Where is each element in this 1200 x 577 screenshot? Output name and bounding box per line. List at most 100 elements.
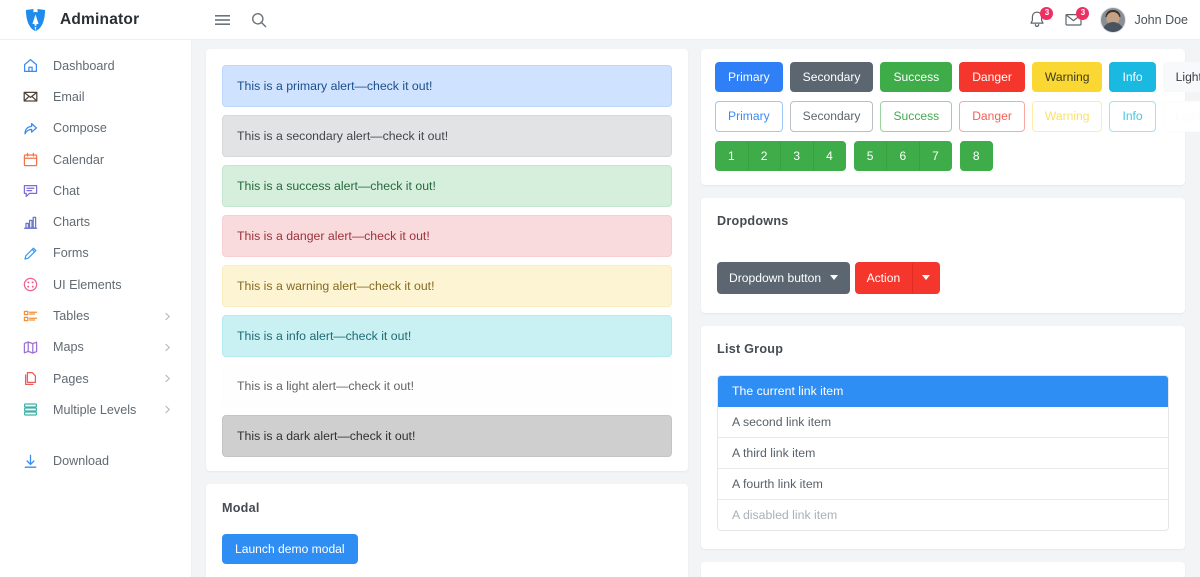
modal-card: Modal Launch demo modal [206, 484, 688, 577]
alerts-card: This is a primary alert—check it out! Thi… [206, 49, 688, 471]
outline-button-primary[interactable]: Primary [715, 101, 783, 132]
search-icon[interactable] [249, 10, 268, 29]
top-header: Adminator 3 3 John Doe [0, 0, 1200, 40]
solid-button-primary[interactable]: Primary [715, 62, 783, 93]
group-button-7[interactable]: 7 [919, 140, 952, 171]
button-group-1: 1234 [715, 140, 846, 171]
app-root: Adminator 3 3 John Doe Dashboard Email C… [0, 0, 1200, 577]
right-column: Primary Secondary Success Danger Warning Info… [701, 49, 1200, 577]
action-button[interactable]: Action [854, 261, 913, 295]
calendar-icon [22, 151, 41, 168]
user-name: John Doe [1134, 12, 1188, 27]
bar-chart-icon [22, 214, 41, 231]
outline-button-success[interactable]: Success [880, 101, 953, 132]
group-button-6[interactable]: 6 [886, 140, 920, 171]
sidebar-item-dashboard[interactable]: Dashboard [0, 50, 191, 81]
launch-demo-modal-button[interactable]: Launch demo modal [222, 534, 358, 565]
group-button-4[interactable]: 4 [813, 140, 846, 171]
alert-danger: This is a danger alert—check it out! [222, 215, 672, 257]
sidebar-item-chat[interactable]: Chat [0, 175, 191, 206]
share-icon [22, 120, 41, 137]
outline-button-light[interactable]: Light [1162, 101, 1200, 132]
outline-button-danger[interactable]: Danger [959, 101, 1025, 132]
list-group-item[interactable]: A third link item [718, 438, 1168, 470]
download-icon [22, 453, 41, 470]
outline-button-info[interactable]: Info [1109, 101, 1156, 132]
solid-button-secondary[interactable]: Secondary [789, 62, 874, 93]
group-button-8[interactable]: 8 [959, 140, 993, 171]
sidebar-item-compose[interactable]: Compose [0, 113, 191, 144]
alert-secondary: This is a secondary alert—check it out! [222, 115, 672, 157]
solid-button-light[interactable]: Light [1162, 62, 1200, 93]
alert-success: This is a success alert—check it out! [222, 165, 672, 207]
solid-button-success[interactable]: Success [880, 62, 953, 93]
palette-icon [22, 276, 41, 293]
buttons-card: Primary Secondary Success Danger Warning Info… [701, 49, 1200, 185]
sidebar-item-calendar[interactable]: Calendar [0, 144, 191, 175]
hamburger-menu-icon[interactable] [213, 10, 232, 29]
map-icon [22, 339, 41, 356]
chevron-down-icon [922, 275, 931, 281]
sidebar-item-label: UI Elements [53, 277, 122, 292]
dropdowns-card: Dropdowns Dropdown button Action [701, 197, 1185, 314]
action-split-button-group: Action [854, 261, 941, 295]
sidebar-item-label: Download [53, 454, 110, 469]
group-button-2[interactable]: 2 [747, 140, 781, 171]
messages-envelope-icon[interactable]: 3 [1064, 6, 1090, 30]
dropdown-button[interactable]: Dropdown button [717, 261, 851, 295]
chevron-right-icon [162, 311, 173, 322]
sidebar-item-label: Email [53, 89, 85, 104]
chat-bubble-icon [22, 182, 41, 199]
solid-button-danger[interactable]: Danger [959, 62, 1025, 93]
sidebar-item-pages[interactable]: Pages [0, 363, 191, 394]
solid-button-warning[interactable]: Warning [1031, 62, 1103, 93]
sidebar-item-ui-elements[interactable]: UI Elements [0, 269, 191, 300]
body-row: Dashboard Email Compose Calendar Chat Charts F… [0, 40, 1200, 577]
sidebar-item-charts[interactable]: Charts [0, 206, 191, 237]
pencil-icon [22, 245, 41, 262]
list-group-item[interactable]: A fourth link item [718, 469, 1168, 501]
outline-button-secondary[interactable]: Secondary [789, 101, 874, 132]
group-button-5[interactable]: 5 [853, 140, 887, 171]
alert-info: This is a info alert—check it out! [222, 315, 672, 357]
list-group-item[interactable]: The current link item [718, 376, 1168, 408]
sidebar-item-label: Forms [53, 246, 89, 261]
alert-primary: This is a primary alert—check it out! [222, 65, 672, 107]
action-dropdown-toggle[interactable] [912, 261, 941, 295]
sidebar-item-multiple-levels[interactable]: Multiple Levels [0, 394, 191, 425]
sidebar-item-maps[interactable]: Maps [0, 332, 191, 363]
dropdown-button-label: Dropdown button [729, 270, 822, 285]
envelope-icon [22, 88, 41, 105]
sidebar-item-label: Pages [53, 371, 89, 386]
notifications-bell-icon[interactable]: 3 [1028, 6, 1054, 30]
list-group-item[interactable]: A second link item [718, 407, 1168, 439]
user-menu[interactable]: John Doe [1100, 6, 1188, 33]
outline-buttons-row: Primary Secondary Success Danger Warning Info… [715, 101, 1200, 132]
solid-buttons-row: Primary Secondary Success Danger Warning Info… [715, 62, 1200, 93]
brand[interactable]: Adminator [0, 6, 192, 33]
alert-light: This is a light alert—check it out! [222, 365, 672, 407]
sidebar-item-download[interactable]: Download [0, 446, 191, 477]
outline-button-warning[interactable]: Warning [1031, 101, 1103, 132]
sidebar-item-tables[interactable]: Tables [0, 300, 191, 331]
chevron-right-icon [162, 342, 173, 353]
group-button-3[interactable]: 3 [780, 140, 814, 171]
modal-card-title: Modal [222, 501, 260, 515]
sidebar-nav: Dashboard Email Compose Calendar Chat Charts F… [0, 40, 192, 577]
solid-button-info[interactable]: Info [1109, 62, 1156, 93]
group-button-1[interactable]: 1 [715, 140, 748, 171]
sidebar-item-email[interactable]: Email [0, 81, 191, 112]
left-column: This is a primary alert—check it out! Thi… [206, 49, 688, 577]
copy-pages-icon [22, 370, 41, 387]
sidebar-item-label: Dashboard [53, 58, 115, 73]
list-group-item: A disabled link item [718, 500, 1168, 531]
popover-card: Popover [701, 562, 1185, 577]
sidebar-item-forms[interactable]: Forms [0, 238, 191, 269]
sidebar-item-label: Maps [53, 340, 84, 355]
sidebar-item-label: Compose [53, 121, 107, 136]
sidebar-item-label: Multiple Levels [53, 402, 137, 417]
button-groups-row: 12345678 [715, 140, 1171, 171]
table-list-icon [22, 308, 41, 325]
sidebar-item-label: Tables [53, 309, 90, 324]
brand-name: Adminator [60, 10, 140, 28]
